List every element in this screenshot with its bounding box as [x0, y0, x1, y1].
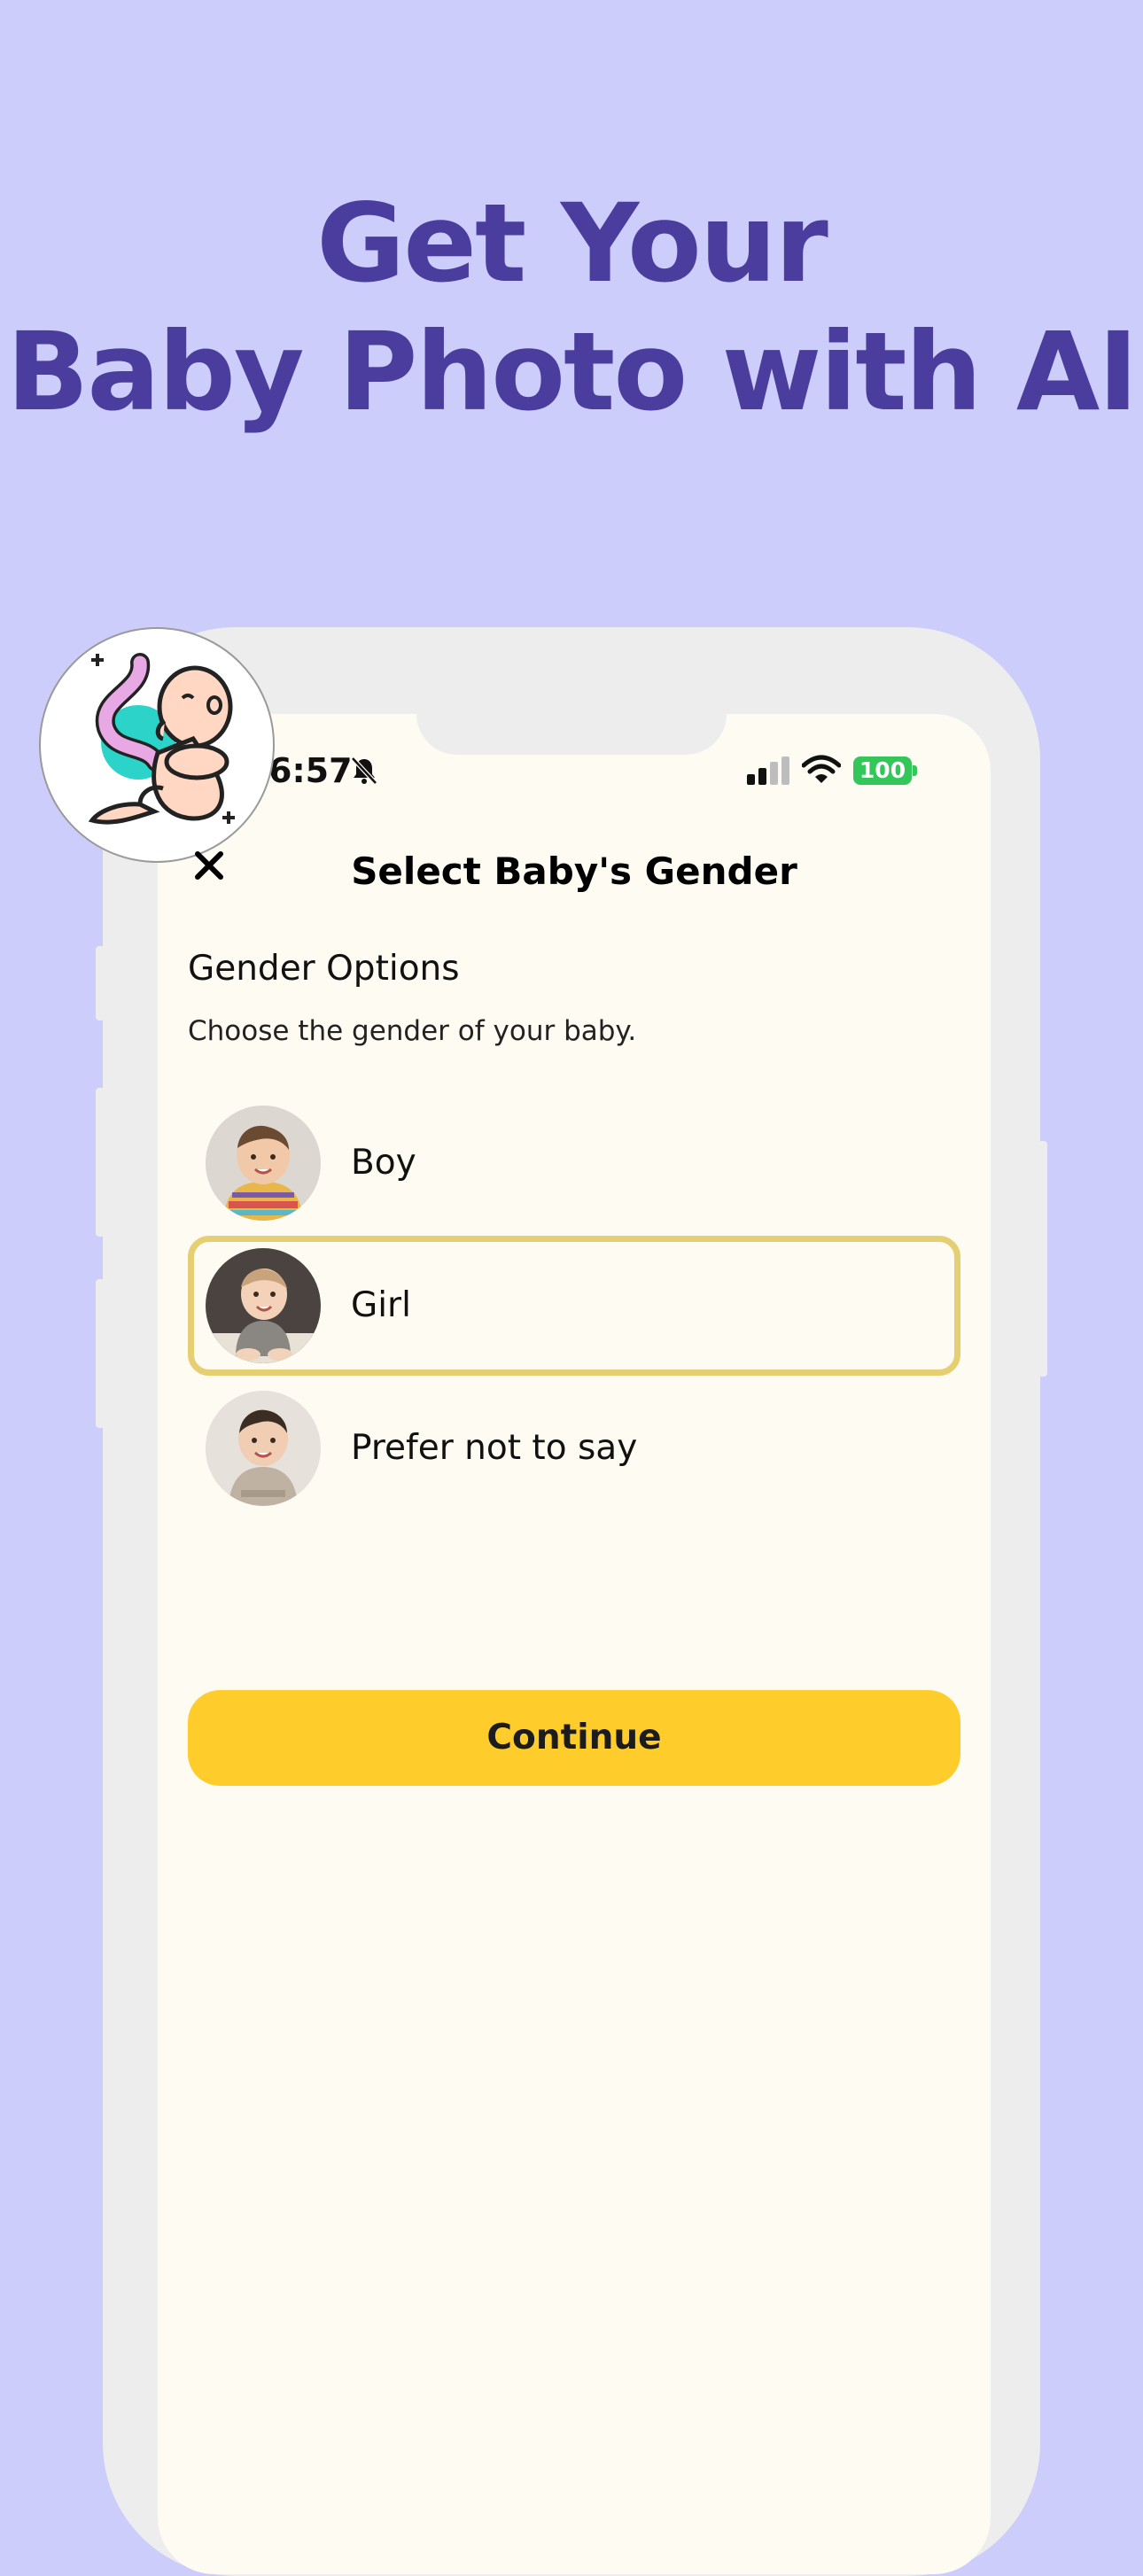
- boy-avatar: [206, 1106, 321, 1221]
- app-logo-baby-icon: [88, 653, 235, 825]
- app-logo: [39, 627, 275, 863]
- bell-slash-icon: [351, 757, 377, 785]
- phone-side-button-mute: [96, 946, 105, 1020]
- neutral-photo: [206, 1391, 321, 1506]
- headline-line-1: Get Your: [316, 181, 828, 306]
- battery-tip: [913, 765, 917, 776]
- boy-photo: [206, 1106, 321, 1221]
- option-label-girl: Girl: [351, 1285, 411, 1325]
- option-label-prefer-not-to-say: Prefer not to say: [351, 1428, 638, 1468]
- wifi-icon: [802, 755, 841, 783]
- status-time: 6:57: [268, 751, 353, 790]
- section-title: Gender Options: [188, 949, 460, 989]
- battery-icon: 100: [853, 757, 912, 785]
- signal-icon: [747, 757, 789, 785]
- continue-button[interactable]: Continue: [188, 1690, 960, 1786]
- neutral-avatar: [206, 1391, 321, 1506]
- phone-side-button-power: [1038, 1141, 1047, 1377]
- phone-notch: [416, 709, 727, 755]
- phone-side-button-volume-down: [96, 1279, 105, 1428]
- girl-avatar: [206, 1248, 321, 1363]
- headline-line-2: Baby Photo with AI: [6, 309, 1138, 435]
- option-label-boy: Boy: [351, 1143, 416, 1183]
- section-description: Choose the gender of your baby.: [188, 1015, 637, 1047]
- modal-title: Select Baby's Gender: [351, 850, 797, 893]
- girl-photo: [206, 1248, 321, 1363]
- phone-side-button-volume-up: [96, 1088, 105, 1237]
